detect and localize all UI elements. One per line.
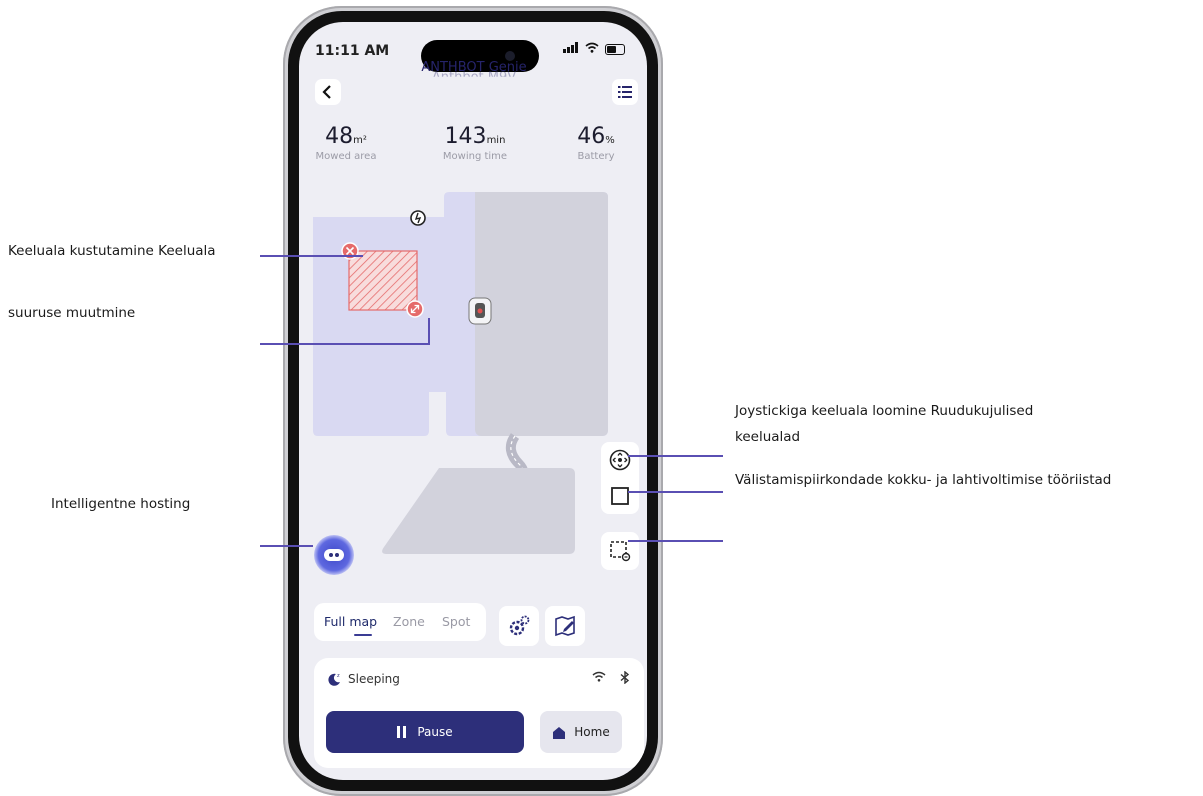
- callout-hosting: Intelligentne hosting: [51, 496, 191, 512]
- home-label: Home: [574, 725, 610, 739]
- active-tab-indicator: [354, 634, 372, 636]
- callout-fold-tools: Välistamispiirkondade kokku- ja lahtivol…: [735, 472, 1112, 488]
- square-icon: [611, 487, 629, 505]
- map-mode-tabs: Full map Zone Spot: [314, 603, 486, 641]
- callout-delete-zone: Keeluala kustutamine Keeluala: [8, 243, 216, 259]
- robot-status: z Sleeping: [328, 672, 400, 686]
- close-circle-icon[interactable]: [341, 242, 359, 260]
- settings-button[interactable]: [499, 606, 539, 646]
- bluetooth-icon: [620, 671, 630, 684]
- robot-status-label: Sleeping: [348, 672, 400, 686]
- leader-line-resize: [260, 343, 430, 345]
- moon-icon: z: [328, 673, 340, 686]
- fold-tools-button[interactable]: [601, 532, 639, 570]
- joystick-zone-button[interactable]: [601, 442, 639, 478]
- pause-icon: [397, 726, 407, 738]
- leader-line-joystick: [628, 455, 723, 457]
- leader-line-resize-vertical: [428, 318, 430, 344]
- dashed-square-tool-icon: [610, 541, 631, 562]
- connection-icons: [592, 671, 630, 684]
- mower-icon: [468, 297, 492, 325]
- edit-map-button[interactable]: [545, 606, 585, 646]
- square-zone-button[interactable]: [601, 478, 639, 514]
- joystick-icon: [609, 449, 631, 471]
- app-screen: 11:11 AM Anthbot M9V ANTHBOT Genie 48m² …: [299, 22, 647, 780]
- leader-line-square: [628, 491, 723, 493]
- gray-area-bottom: [382, 468, 575, 554]
- edit-map-icon: [555, 615, 575, 637]
- gear-icon: [509, 615, 530, 636]
- phone-bezel: 11:11 AM Anthbot M9V ANTHBOT Genie 48m² …: [288, 11, 658, 791]
- no-go-zone[interactable]: [348, 250, 418, 311]
- leader-line-delete: [260, 255, 363, 257]
- tab-spot[interactable]: Spot: [442, 614, 470, 629]
- pause-label: Pause: [417, 725, 453, 739]
- resize-handle-icon[interactable]: [406, 300, 424, 318]
- home-icon: [553, 726, 566, 739]
- svg-text:z: z: [337, 673, 340, 679]
- leader-line-hosting: [260, 545, 313, 547]
- wifi-icon: [592, 671, 606, 682]
- callout-resize-zone: suuruse muutmine: [8, 305, 136, 321]
- zone-tool-panel: [601, 442, 639, 514]
- leader-line-fold: [628, 540, 723, 542]
- control-panel: z Sleeping Pause Home: [314, 658, 644, 768]
- callout-joystick-2: keelualad: [735, 429, 801, 445]
- callout-joystick-1: Joystickiga keeluala loomine Ruudukujuli…: [735, 403, 1034, 419]
- tab-zone[interactable]: Zone: [393, 614, 425, 629]
- charging-station-icon: [410, 210, 426, 226]
- intelligent-hosting-button[interactable]: [314, 535, 354, 575]
- home-button[interactable]: Home: [540, 711, 622, 753]
- gray-area-right: [475, 192, 608, 436]
- tab-full-map[interactable]: Full map: [324, 614, 377, 629]
- pause-button[interactable]: Pause: [326, 711, 524, 753]
- robot-face-icon: [324, 549, 344, 561]
- phone-frame: 11:11 AM Anthbot M9V ANTHBOT Genie 48m² …: [283, 6, 663, 796]
